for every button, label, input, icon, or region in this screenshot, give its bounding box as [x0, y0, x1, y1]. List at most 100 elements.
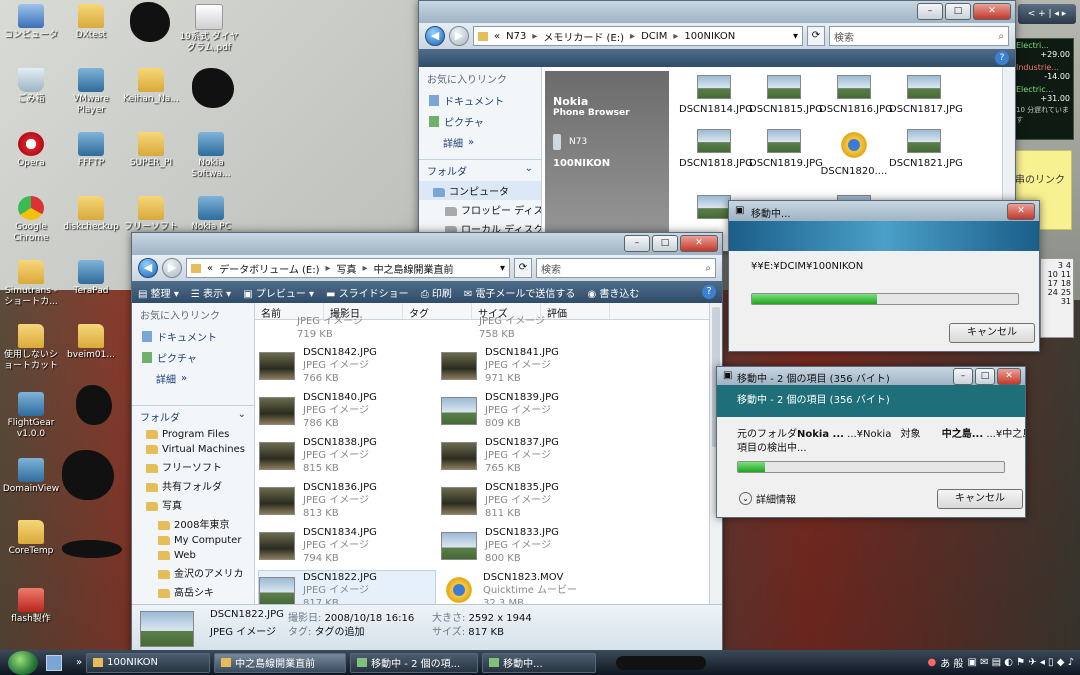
- title-bar[interactable]: ▣ 移動中... ✕: [729, 201, 1039, 221]
- move-progress-dialog[interactable]: ▣ 移動中... ✕ ¥¥E:¥DCIM¥100NIKON キャンセル: [728, 200, 1040, 352]
- more-details-toggle[interactable]: ⌄ 詳細情報: [739, 491, 796, 506]
- refresh-button[interactable]: ⟳: [807, 26, 825, 46]
- file-item[interactable]: DSCN1840.JPG JPEG イメージ 786 KB: [259, 391, 377, 430]
- file-item[interactable]: DSCN1819.JPG: [749, 129, 823, 169]
- close-button[interactable]: ✕: [1007, 203, 1035, 220]
- sidebar-control[interactable]: < + | ◂ ▸: [1018, 4, 1076, 24]
- address-overflow[interactable]: «: [494, 31, 500, 42]
- minimize-button[interactable]: –: [624, 235, 650, 252]
- desktop-icon[interactable]: Nokia PC: [180, 196, 242, 233]
- desktop-icon[interactable]: Simutrans - ショートカ...: [0, 260, 62, 308]
- desktop-icon[interactable]: 使用しないショートカット: [0, 324, 62, 372]
- slideshow-button[interactable]: ▬ スライドショー: [326, 285, 409, 300]
- title-bar[interactable]: – □ ✕: [419, 1, 1015, 23]
- minimize-button[interactable]: –: [953, 368, 973, 385]
- tree-item[interactable]: 金沢のアメリカ: [132, 563, 254, 582]
- tree-item[interactable]: My Computer: [132, 533, 254, 548]
- desktop-icon[interactable]: DomainView: [0, 458, 62, 495]
- start-button[interactable]: [8, 650, 38, 675]
- taskbar-button[interactable]: 移動中...: [482, 652, 597, 673]
- breadcrumb-memory-card[interactable]: メモリカード (E:): [543, 29, 624, 44]
- tree-item[interactable]: Web: [132, 548, 254, 563]
- help-icon[interactable]: ?: [995, 51, 1009, 65]
- file-item-partial[interactable]: JPEG イメージ 758 KB: [479, 315, 545, 341]
- taskbar-button[interactable]: 中之島線開業直前: [214, 652, 347, 673]
- desktop-icon[interactable]: TeraPad: [60, 260, 122, 297]
- column-rating[interactable]: 評価: [541, 303, 610, 320]
- calendar-day[interactable]: 31: [1061, 297, 1071, 306]
- calendar-gadget[interactable]: 3 4 10 11 17 18 24 25 31: [1040, 258, 1074, 338]
- file-item-partial[interactable]: JPEG イメージ 719 KB: [297, 315, 363, 341]
- desktop-icon[interactable]: diskcheckup: [60, 196, 122, 233]
- desktop-icon[interactable]: DXtest: [60, 4, 122, 41]
- calendar-day[interactable]: 10: [1048, 270, 1058, 279]
- desktop-icon[interactable]: Keihan_Na...: [120, 68, 182, 105]
- tree-item[interactable]: Program Files: [132, 427, 254, 442]
- address-field[interactable]: « データボリューム (E:) ▸ 写真 ▸ 中之島線開業直前 ▾: [186, 258, 510, 278]
- file-item[interactable]: DSCN1835.JPG JPEG イメージ 811 KB: [441, 481, 559, 520]
- tree-item-floppy[interactable]: フロッピー ディス: [419, 200, 541, 219]
- search-input[interactable]: 検索 ⌕: [829, 26, 1009, 46]
- file-item[interactable]: DSCN1837.JPG JPEG イメージ 765 KB: [441, 436, 559, 475]
- address-field[interactable]: « N73 ▸ メモリカード (E:) ▸ DCIM ▸ 100NIKON ▾: [473, 26, 803, 46]
- tree-item-computer[interactable]: コンピュータ: [419, 181, 541, 200]
- maximize-button[interactable]: □: [945, 3, 971, 20]
- close-button[interactable]: ✕: [997, 368, 1021, 385]
- show-desktop-icon[interactable]: [46, 654, 62, 671]
- breadcrumb-photos[interactable]: 写真: [337, 261, 357, 276]
- back-button[interactable]: ◀: [138, 258, 158, 278]
- file-item[interactable]: DSCN1823.MOV Quicktime ムービー 32.3 MB: [441, 571, 577, 605]
- file-item[interactable]: DSCN1820....: [819, 129, 889, 177]
- tree-item[interactable]: 共有フォルダ: [132, 476, 254, 495]
- file-item[interactable]: DSCN1818.JPG: [679, 129, 753, 169]
- calendar-day[interactable]: 11: [1061, 270, 1071, 279]
- file-item[interactable]: DSCN1839.JPG JPEG イメージ 809 KB: [441, 391, 559, 430]
- tree-item[interactable]: Virtual Machines: [132, 442, 254, 457]
- folders-header[interactable]: フォルダ ⌄: [132, 405, 254, 427]
- desktop-icon[interactable]: FlightGear v1.0.0: [0, 392, 62, 440]
- fav-documents[interactable]: ドキュメント: [132, 326, 254, 347]
- close-button[interactable]: ✕: [973, 3, 1011, 20]
- file-item[interactable]: DSCN1815.JPG: [749, 75, 823, 115]
- calendar-day[interactable]: 3: [1058, 261, 1063, 270]
- desktop-icon[interactable]: ごみ箱: [0, 68, 62, 105]
- refresh-button[interactable]: ⟳: [514, 258, 532, 278]
- title-bar[interactable]: ▣ 移動中 - 2 個の項目 (356 バイト) – □ ✕: [717, 367, 1025, 385]
- ime-mode[interactable]: あ 般: [940, 655, 963, 670]
- desktop-icon[interactable]: CoreTemp: [0, 520, 62, 557]
- print-button[interactable]: ⎙ 印刷: [421, 285, 452, 300]
- desktop-icon[interactable]: 19系式 ダイヤグラム.pdf: [178, 4, 240, 54]
- explorer-window-photos[interactable]: – □ ✕ ◀ ▶ « データボリューム (E:) ▸ 写真 ▸ 中之島線開業直前 …: [131, 232, 723, 652]
- maximize-button[interactable]: □: [652, 235, 678, 252]
- help-icon[interactable]: ?: [702, 285, 716, 299]
- tray-icons[interactable]: ▣ ✉ ▤ ◐ ⚑ ✈ ◂ ▯ ◆ ♪: [967, 657, 1074, 668]
- preview-button[interactable]: ▣ プレビュー ▾: [243, 285, 314, 300]
- file-item[interactable]: DSCN1814.JPG: [679, 75, 753, 115]
- forward-button[interactable]: ▶: [449, 26, 469, 46]
- calendar-day[interactable]: 17: [1048, 279, 1058, 288]
- desktop-icon[interactable]: flash製作: [0, 588, 62, 625]
- file-item[interactable]: DSCN1821.JPG: [889, 129, 963, 169]
- cancel-button[interactable]: キャンセル: [937, 489, 1023, 509]
- image-thumbnail[interactable]: [697, 195, 731, 219]
- tree-item[interactable]: 高岳シキ: [132, 582, 254, 601]
- folders-header[interactable]: フォルダ ⌄: [419, 159, 541, 181]
- desktop-icon[interactable]: SUPER_PI: [120, 132, 182, 169]
- move-items-dialog[interactable]: ▣ 移動中 - 2 個の項目 (356 バイト) – □ ✕ 移動中 - 2 個…: [716, 366, 1026, 518]
- calendar-day[interactable]: 24: [1048, 288, 1058, 297]
- tree-item[interactable]: 2008年東京: [132, 514, 254, 533]
- desktop-icon[interactable]: コンピュータ: [0, 4, 62, 41]
- more-link[interactable]: 詳細 »: [132, 368, 254, 389]
- maximize-button[interactable]: □: [975, 368, 995, 385]
- file-item[interactable]: DSCN1816.JPG: [819, 75, 893, 115]
- stock-meter-gadget[interactable]: Electri... +29.00 Industrie... -14.00 Elec…: [1012, 38, 1074, 140]
- forward-button[interactable]: ▶: [162, 258, 182, 278]
- desktop-icon[interactable]: VMware Player: [60, 68, 122, 116]
- fav-pictures[interactable]: ピクチャ: [419, 111, 541, 132]
- more-link[interactable]: 詳細 »: [419, 132, 541, 153]
- minimize-button[interactable]: –: [917, 3, 943, 20]
- details-tags[interactable]: タグ: タグの追加: [288, 623, 365, 638]
- views-button[interactable]: ☰ 表示 ▾: [191, 285, 231, 300]
- tree-item[interactable]: 写真: [132, 495, 254, 514]
- breadcrumb-dcim[interactable]: DCIM: [641, 31, 667, 42]
